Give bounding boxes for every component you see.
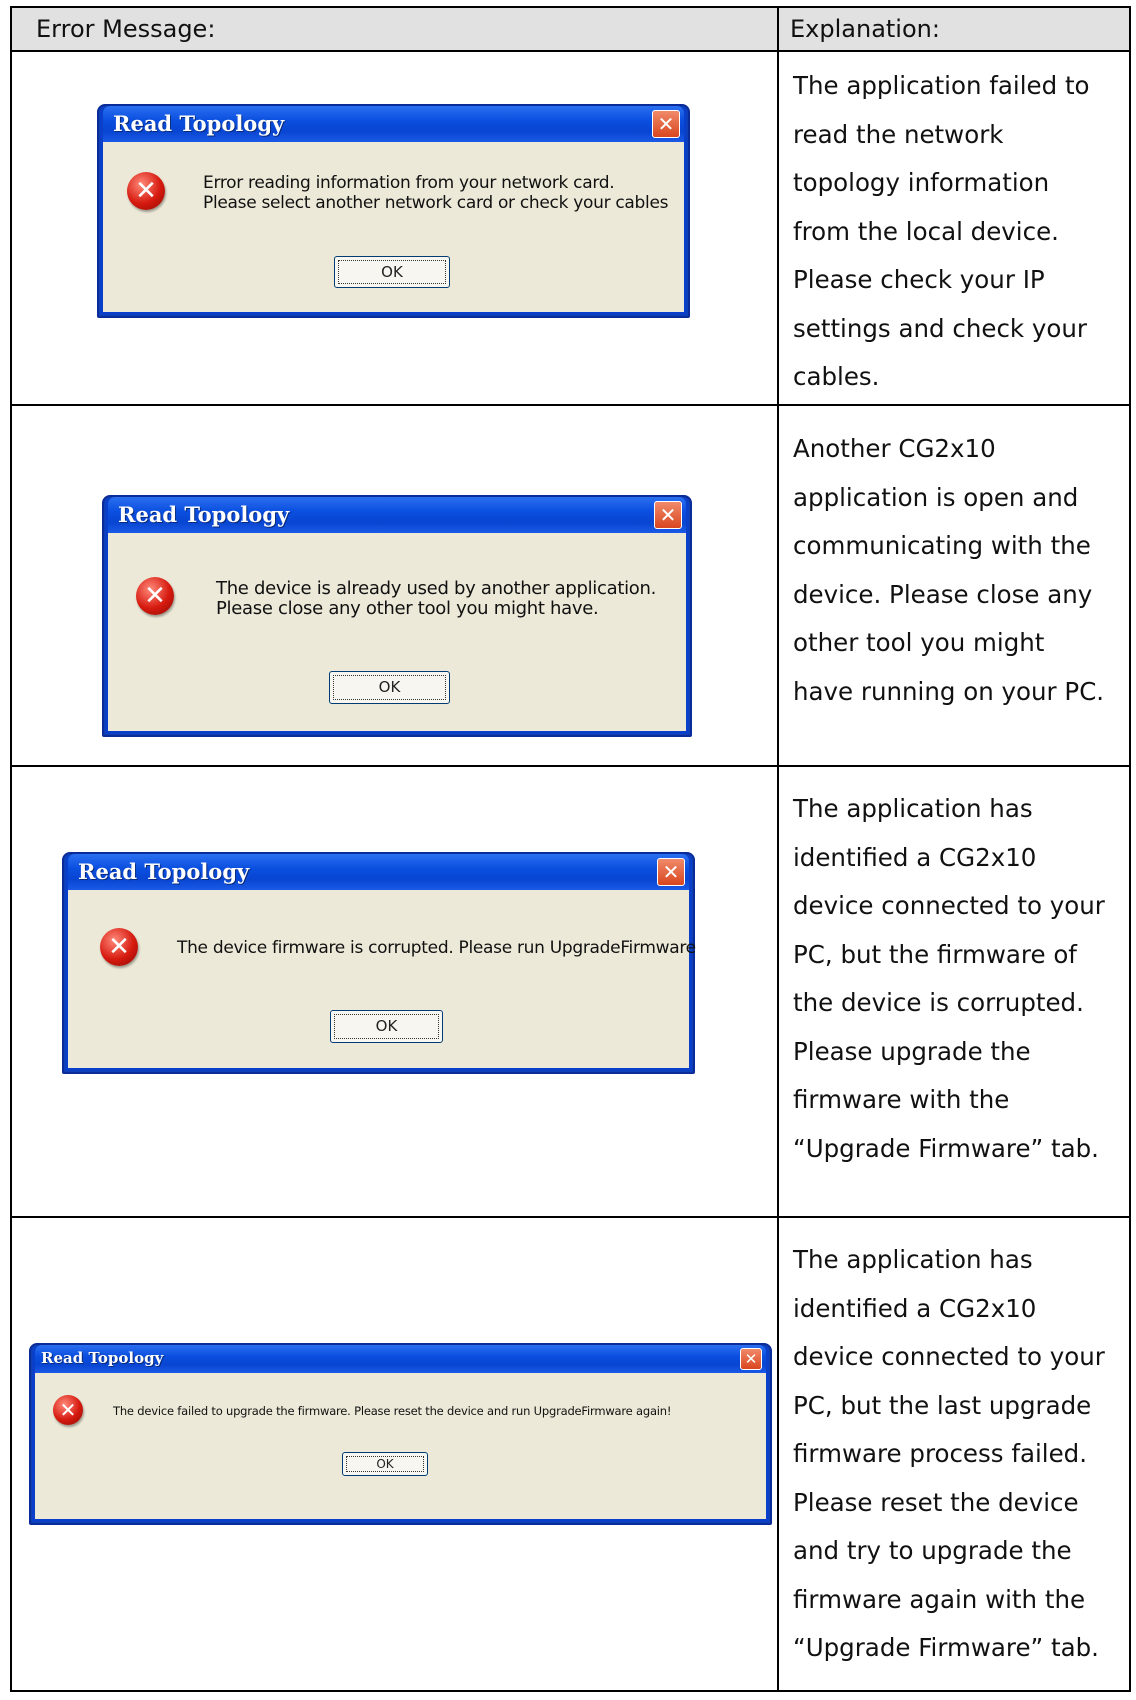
dialog-body: ✕ Error reading information from your ne… <box>103 142 684 312</box>
ok-button[interactable]: OK <box>342 1452 428 1476</box>
dialog-message: Error reading information from your netw… <box>203 173 668 213</box>
explanation-line: cables. <box>793 362 880 391</box>
dialog-title: Read Topology <box>41 1349 164 1367</box>
explanation-line: device connected to your <box>793 1342 1105 1371</box>
explanation-line: PC, but the last upgrade <box>793 1390 1092 1420</box>
dialog-message: The device firmware is corrupted. Please… <box>177 938 696 958</box>
dialog-read-topology: Read Topology ✕ ✕ The device firmware is… <box>62 852 696 1074</box>
explanation-text: The application has identified a CG2x10 … <box>793 785 1128 1173</box>
explanation-line: Another CG2x10 <box>793 434 996 463</box>
error-icon: ✕ <box>53 1395 83 1425</box>
dialog-title: Read Topology <box>113 111 285 136</box>
explanation-line: firmware with the <box>793 1085 1010 1114</box>
explanation-text: Another CG2x10 application is open and c… <box>793 425 1128 716</box>
row-divider <box>12 404 1129 406</box>
ok-button[interactable]: OK <box>330 1010 443 1043</box>
column-divider <box>777 8 779 1690</box>
explanation-line: read the network <box>793 119 1004 149</box>
ok-button[interactable]: OK <box>329 671 450 704</box>
dialog-title-bar: Read Topology ✕ <box>103 106 684 142</box>
message-line: Please close any other tool you might ha… <box>216 598 599 619</box>
explanation-line: “Upgrade Firmware” tab. <box>793 1133 1099 1163</box>
dialog-title: Read Topology <box>118 502 290 527</box>
message-line: The device failed to upgrade the firmwar… <box>113 1404 672 1418</box>
dialog-body: ✕ The device firmware is corrupted. Plea… <box>68 890 696 1068</box>
explanation-line: topology information <box>793 168 1050 197</box>
explanation-line: from the local device. <box>793 216 1059 246</box>
error-icon: ✕ <box>136 577 174 615</box>
explanation-line: settings and check your <box>793 313 1087 343</box>
message-line: The device is already used by another ap… <box>216 578 657 599</box>
explanation-line: “Upgrade Firmware” tab. <box>793 1633 1099 1662</box>
dialog-body: ✕ The device is already used by another … <box>108 533 686 731</box>
close-icon[interactable]: ✕ <box>654 501 682 529</box>
row-divider <box>12 1216 1129 1218</box>
close-icon[interactable]: ✕ <box>657 858 685 886</box>
header-explanation: Explanation: <box>790 15 940 43</box>
explanation-line: PC, but the firmware of <box>793 939 1077 969</box>
error-icon: ✕ <box>100 928 138 966</box>
explanation-line: and try to upgrade the <box>793 1536 1072 1565</box>
explanation-line: application is open and <box>793 482 1079 512</box>
dialog-title: Read Topology <box>78 859 250 884</box>
explanation-line: The application failed to <box>793 71 1090 100</box>
header-error-message: Error Message: <box>36 15 216 43</box>
explanation-line: other tool you might <box>793 628 1045 657</box>
dialog-message: The device failed to upgrade the firmwar… <box>113 1401 671 1421</box>
dialog-message: The device is already used by another ap… <box>216 579 656 619</box>
dialog-title-bar: Read Topology ✕ <box>35 1345 766 1373</box>
close-icon[interactable]: ✕ <box>652 110 680 138</box>
explanation-line: Please check your IP <box>793 265 1045 294</box>
explanation-line: identified a CG2x10 <box>793 842 1037 872</box>
explanation-line: the device is corrupted. <box>793 988 1084 1017</box>
dialog-title-bar: Read Topology ✕ <box>108 497 686 533</box>
explanation-line: device connected to your <box>793 891 1105 920</box>
explanation-line: firmware process failed. <box>793 1439 1087 1468</box>
dialog-read-topology: Read Topology ✕ ✕ Error reading informat… <box>97 104 690 318</box>
explanation-line: Please upgrade the <box>793 1036 1031 1066</box>
dialog-body: ✕ The device failed to upgrade the firmw… <box>35 1373 766 1519</box>
table-header: Error Message: Explanation: <box>12 8 1129 52</box>
explanation-line: The application has <box>793 794 1033 823</box>
explanation-line: The application has <box>793 1245 1033 1274</box>
error-icon: ✕ <box>127 172 165 210</box>
message-line: Please select another network card or ch… <box>203 193 669 213</box>
ok-button[interactable]: OK <box>334 256 450 288</box>
dialog-read-topology: Read Topology ✕ ✕ The device failed to u… <box>29 1343 772 1525</box>
explanation-line: firmware again with the <box>793 1584 1086 1614</box>
close-icon[interactable]: ✕ <box>740 1348 762 1370</box>
explanation-line: communicating with the <box>793 531 1091 560</box>
message-line: The device firmware is corrupted. Please… <box>177 938 696 958</box>
row-divider <box>12 765 1129 767</box>
explanation-line: Please reset the device <box>793 1487 1079 1517</box>
explanation-line: have running on your PC. <box>793 676 1105 706</box>
explanation-line: device. Please close any <box>793 579 1093 609</box>
message-line: Error reading information from your netw… <box>203 173 615 193</box>
dialog-title-bar: Read Topology ✕ <box>68 854 689 890</box>
explanation-text: The application has identified a CG2x10 … <box>793 1236 1128 1673</box>
explanation-line: identified a CG2x10 <box>793 1293 1037 1323</box>
dialog-read-topology: Read Topology ✕ ✕ The device is already … <box>102 495 692 737</box>
explanation-text: The application failed to read the netwo… <box>793 62 1128 402</box>
error-table: Error Message: Explanation: Read Topolog… <box>10 6 1131 1692</box>
